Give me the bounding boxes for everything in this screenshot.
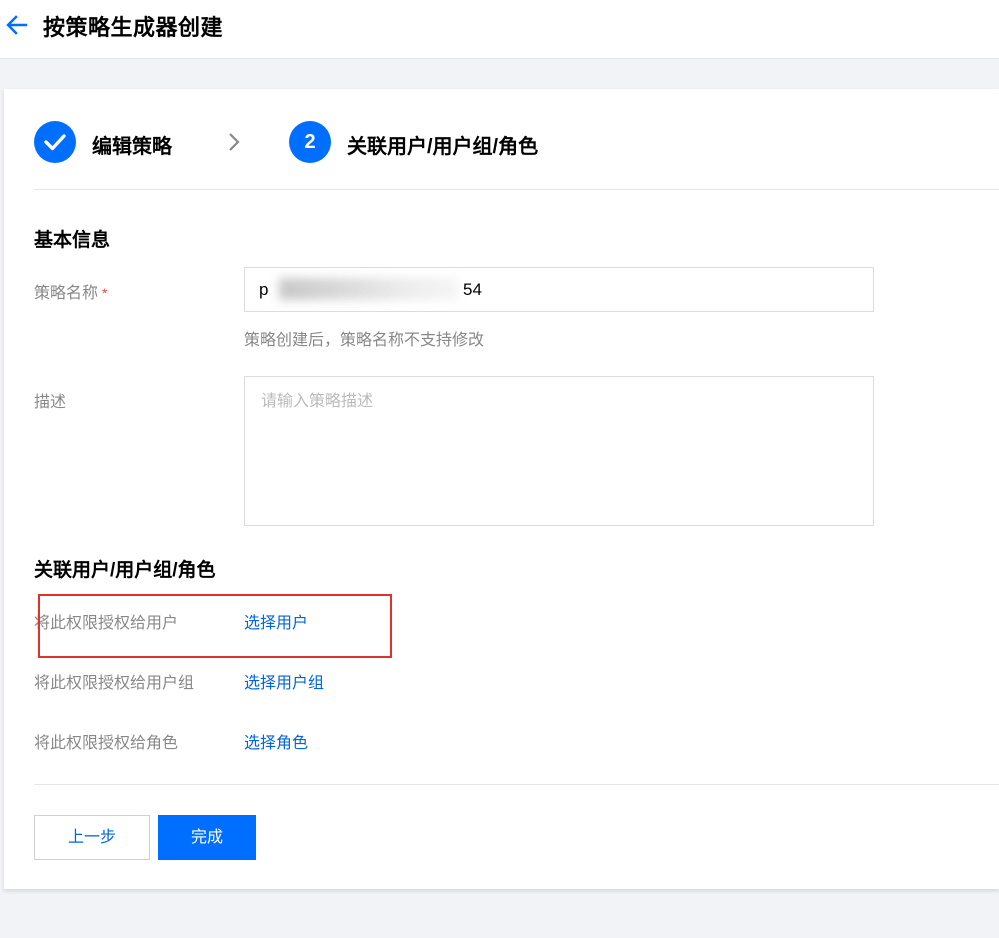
- assign-role-label: 将此权限授权给角色: [34, 735, 179, 752]
- description-label: 描述: [34, 394, 67, 411]
- highlight-annotation: [38, 594, 392, 658]
- association-title: 关联用户/用户组/角色: [34, 560, 216, 581]
- policy-name-value-suffix: 54: [463, 280, 482, 299]
- form-card: 编辑策略 2 关联用户/用户组/角色 基本信息 策略名称 * p 54 策略创建后…: [4, 89, 999, 889]
- select-group-link[interactable]: 选择用户组: [244, 669, 324, 693]
- policy-name-input[interactable]: p 54: [244, 267, 874, 312]
- done-button[interactable]: 完成: [158, 815, 256, 860]
- policy-name-label: 策略名称 *: [34, 279, 107, 303]
- footer-divider: [34, 784, 999, 785]
- check-icon: [44, 134, 66, 151]
- select-role-link[interactable]: 选择角色: [244, 729, 308, 753]
- step-2-circle: 2: [289, 121, 331, 163]
- policy-name-help: 策略创建后，策略名称不支持修改: [244, 332, 485, 349]
- prev-step-button[interactable]: 上一步: [34, 815, 150, 860]
- top-bar: 按策略生成器创建: [0, 0, 999, 59]
- steps-bar: 编辑策略 2 关联用户/用户组/角色: [34, 121, 999, 163]
- step-1-label: 编辑策略: [92, 136, 172, 158]
- basic-info-title: 基本信息: [34, 230, 111, 251]
- step-2-label: 关联用户/用户组/角色: [347, 136, 539, 158]
- required-mark: *: [102, 285, 108, 301]
- step-1-circle: [34, 121, 76, 163]
- redacted-text: [279, 278, 459, 300]
- policy-name-value-prefix: p: [259, 280, 269, 299]
- description-textarea[interactable]: [244, 376, 874, 526]
- assign-group-label: 将此权限授权给用户组: [34, 675, 195, 692]
- steps-divider: [34, 189, 999, 190]
- page-title: 按策略生成器创建: [43, 15, 224, 40]
- chevron-right-icon: [226, 131, 242, 153]
- arrow-left-icon[interactable]: [4, 12, 30, 38]
- policy-name-label-text: 策略名称: [34, 285, 99, 302]
